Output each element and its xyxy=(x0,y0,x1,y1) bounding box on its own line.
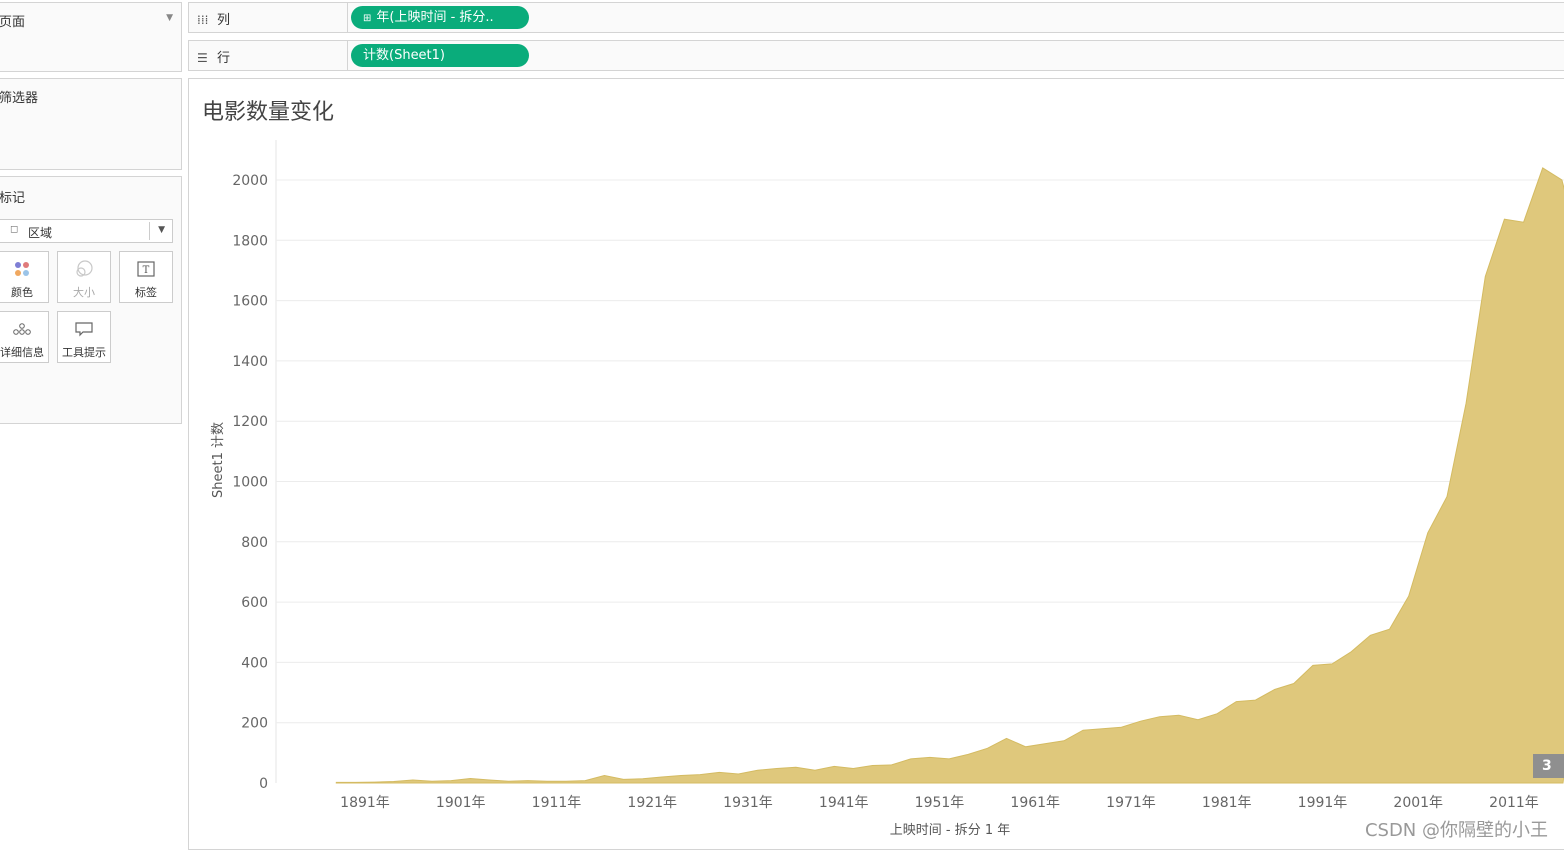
page-count-badge[interactable]: 3 xyxy=(1533,754,1564,778)
y-axis-title: Sheet1 计数 xyxy=(211,422,226,498)
x-tick-label: 1991年 xyxy=(1298,795,1348,811)
x-tick-label: 1911年 xyxy=(532,795,582,811)
y-tick-label: 200 xyxy=(241,716,268,732)
x-tick-label: 1931年 xyxy=(723,795,773,811)
x-axis-title: 上映时间 - 拆分 1 年 xyxy=(890,823,1011,838)
y-tick-label: 1400 xyxy=(232,354,268,370)
y-tick-label: 1000 xyxy=(232,475,268,491)
x-tick-label: 2011年 xyxy=(1489,795,1539,811)
x-tick-label: 1921年 xyxy=(627,795,677,811)
y-axis-ticks: 0 200 400 600 800 1000 1200 1400 1600 1800 2000 xyxy=(232,173,268,792)
y-tick-label: 400 xyxy=(241,655,268,671)
x-axis-ticks: 1891年 1901年 1911年 1921年 1931年 1941年 1951年 1961年… xyxy=(340,795,1539,811)
x-tick-label: 1951年 xyxy=(915,795,965,811)
y-tick-label: 1200 xyxy=(232,414,268,430)
area-series-path[interactable] xyxy=(335,167,1564,784)
y-tick-label: 0 xyxy=(259,776,268,792)
x-tick-label: 1961年 xyxy=(1010,795,1060,811)
watermark: CSDN @你隔壁的小王 xyxy=(1364,820,1548,841)
area-chart: 0 200 400 600 800 1000 1200 1400 1600 1800 2000 18… xyxy=(211,140,1564,838)
area-series xyxy=(335,167,1564,784)
x-tick-label: 1981年 xyxy=(1202,795,1252,811)
x-tick-label: 1941年 xyxy=(819,795,869,811)
y-tick-label: 1600 xyxy=(232,294,268,310)
y-tick-label: 600 xyxy=(241,595,268,611)
y-tick-label: 1800 xyxy=(232,233,268,249)
x-tick-label: 1901年 xyxy=(436,795,486,811)
x-tick-label: 1971年 xyxy=(1106,795,1156,811)
x-tick-label: 1891年 xyxy=(340,795,390,811)
y-tick-label: 2000 xyxy=(232,173,268,189)
x-tick-label: 2001年 xyxy=(1393,795,1443,811)
y-tick-label: 800 xyxy=(241,535,268,551)
